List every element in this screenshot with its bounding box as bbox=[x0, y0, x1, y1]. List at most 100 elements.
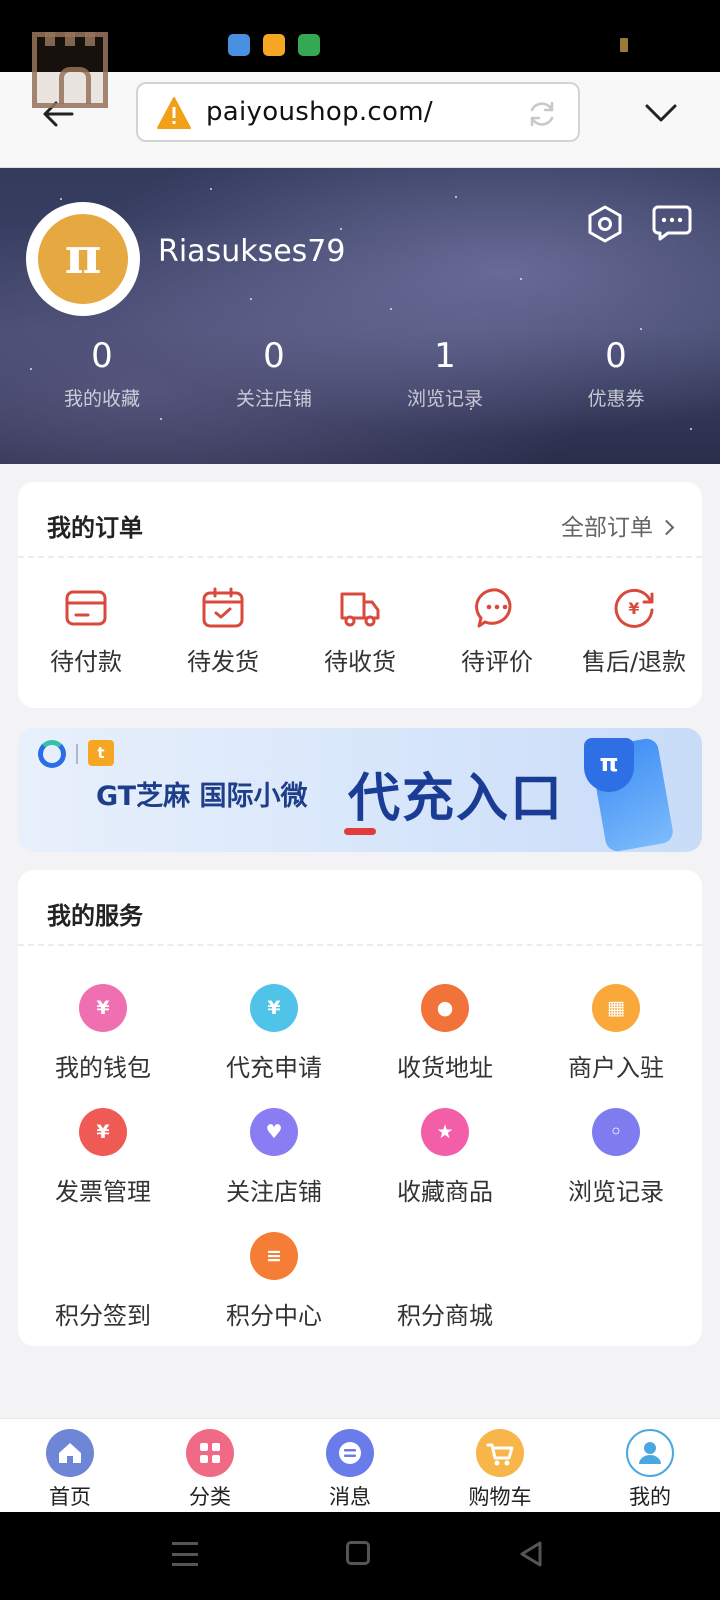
points-mall-icon bbox=[421, 1232, 469, 1280]
service-label: 积分中心 bbox=[226, 1302, 322, 1330]
status-bar bbox=[0, 0, 720, 72]
svg-text:¥: ¥ bbox=[628, 599, 639, 618]
chat-bubble-icon bbox=[475, 588, 512, 628]
stat-value: 1 bbox=[434, 336, 456, 376]
nav-label: 消息 bbox=[329, 1485, 371, 1509]
nav-profile[interactable]: 我的 bbox=[580, 1429, 720, 1511]
chevron-right-icon bbox=[658, 519, 675, 536]
stat-history[interactable]: 1 浏览记录 bbox=[361, 336, 529, 411]
stat-value: 0 bbox=[91, 336, 113, 376]
service-label: 浏览记录 bbox=[568, 1178, 664, 1206]
bottom-nav: 首页 分类 消息 购物车 我的 bbox=[0, 1418, 720, 1512]
order-label: 待发货 bbox=[187, 648, 259, 676]
stat-value: 0 bbox=[605, 336, 627, 376]
service-address[interactable]: ● 收货地址 bbox=[360, 984, 530, 1083]
back-triangle-icon[interactable] bbox=[518, 1540, 544, 1568]
divider bbox=[18, 556, 702, 558]
stat-label: 浏览记录 bbox=[406, 388, 483, 410]
all-orders-link[interactable]: 全部订单 bbox=[561, 508, 675, 542]
banner-subtitle: GT芝麻 国际小微 bbox=[96, 781, 308, 812]
service-followed-shops[interactable]: ♥ 关注店铺 bbox=[189, 1108, 359, 1207]
service-label: 商户入驻 bbox=[568, 1054, 664, 1082]
stat-coupons[interactable]: 0 优惠券 bbox=[532, 336, 700, 411]
nav-label: 分类 bbox=[189, 1485, 231, 1509]
services-card: 我的服务 ¥ 我的钱包 ¥ 代充申请 ● 收货地址 ▦ 商户入驻 ¥ 发票管理 … bbox=[18, 870, 702, 1346]
wallet-icon: ¥ bbox=[79, 984, 127, 1032]
store-icon: ▦ bbox=[592, 984, 640, 1032]
app-logo-icon: t bbox=[88, 740, 114, 766]
browser-toolbar: paiyoushop.com/ bbox=[0, 72, 720, 168]
calendar-check-icon bbox=[202, 587, 244, 628]
service-label: 代充申请 bbox=[226, 1054, 322, 1082]
nav-messages[interactable]: 消息 bbox=[280, 1429, 420, 1511]
recharge-banner[interactable]: t GT芝麻 国际小微 代充入口 π bbox=[18, 728, 702, 852]
truck-icon bbox=[340, 592, 380, 627]
url-text[interactable]: paiyoushop.com/ bbox=[206, 97, 433, 127]
all-orders-label: 全部订单 bbox=[561, 515, 653, 541]
service-merchant[interactable]: ▦ 商户入驻 bbox=[531, 984, 701, 1083]
services-title: 我的服务 bbox=[47, 902, 143, 930]
notification-icon-app bbox=[263, 34, 285, 56]
home-button-icon[interactable] bbox=[346, 1541, 370, 1565]
heart-icon: ♥ bbox=[250, 1108, 298, 1156]
reload-icon[interactable] bbox=[526, 98, 558, 130]
orders-title: 我的订单 bbox=[47, 514, 143, 542]
username: Riasukses79 bbox=[158, 234, 346, 269]
order-pending-receipt[interactable]: 待收货 bbox=[292, 586, 428, 677]
service-label: 积分商城 bbox=[397, 1302, 493, 1330]
recharge-icon: ¥ bbox=[250, 984, 298, 1032]
battery-icon bbox=[620, 38, 628, 52]
card-icon bbox=[65, 590, 107, 626]
recent-apps-icon[interactable] bbox=[172, 1542, 198, 1566]
chevron-down-icon[interactable] bbox=[644, 100, 678, 124]
stat-label: 优惠券 bbox=[587, 388, 645, 410]
order-pending-shipment[interactable]: 待发货 bbox=[155, 586, 291, 677]
address-bar[interactable]: paiyoushop.com/ bbox=[136, 82, 580, 142]
service-label: 关注店铺 bbox=[226, 1178, 322, 1206]
stat-label: 关注店铺 bbox=[235, 388, 312, 410]
order-pending-review[interactable]: 待评价 bbox=[429, 586, 565, 677]
stat-followed-shops[interactable]: 0 关注店铺 bbox=[190, 336, 358, 411]
star-icon: ★ bbox=[421, 1108, 469, 1156]
castle-watermark-icon bbox=[32, 32, 108, 108]
home-icon bbox=[46, 1429, 94, 1477]
coins-icon: ≡ bbox=[250, 1232, 298, 1280]
service-points-center[interactable]: ≡ 积分中心 bbox=[189, 1232, 359, 1331]
nav-cart[interactable]: 购物车 bbox=[430, 1429, 570, 1511]
service-favorites[interactable]: ★ 收藏商品 bbox=[360, 1108, 530, 1207]
order-label: 待评价 bbox=[461, 648, 533, 676]
settings-icon[interactable] bbox=[586, 204, 624, 244]
service-label: 我的钱包 bbox=[55, 1054, 151, 1082]
service-history[interactable]: ◦ 浏览记录 bbox=[531, 1108, 701, 1207]
stat-favorites[interactable]: 0 我的收藏 bbox=[18, 336, 186, 411]
order-label: 待付款 bbox=[50, 648, 122, 676]
avatar[interactable]: π bbox=[26, 202, 140, 316]
stat-value: 0 bbox=[263, 336, 285, 376]
nav-home[interactable]: 首页 bbox=[0, 1429, 140, 1511]
user-icon bbox=[626, 1429, 674, 1477]
location-pin-icon: ● bbox=[421, 984, 469, 1032]
pi-logo-icon: π bbox=[38, 214, 128, 304]
invoice-icon: ¥ bbox=[79, 1108, 127, 1156]
service-label: 收藏商品 bbox=[397, 1178, 493, 1206]
order-after-sales[interactable]: ¥ 售后/退款 bbox=[566, 586, 702, 677]
chat-icon[interactable] bbox=[652, 204, 692, 242]
notification-icon-browser bbox=[228, 34, 250, 56]
refund-icon: ¥ bbox=[614, 588, 654, 628]
system-nav-bar bbox=[0, 1512, 720, 1600]
footprint-icon: ◦ bbox=[592, 1108, 640, 1156]
warning-icon[interactable] bbox=[156, 96, 192, 130]
order-pending-payment[interactable]: 待付款 bbox=[18, 586, 154, 677]
service-wallet[interactable]: ¥ 我的钱包 bbox=[18, 984, 188, 1083]
service-recharge[interactable]: ¥ 代充申请 bbox=[189, 984, 359, 1083]
service-invoice[interactable]: ¥ 发票管理 bbox=[18, 1108, 188, 1207]
banner-headline: 代充入口 bbox=[348, 769, 565, 829]
order-label: 售后/退款 bbox=[581, 648, 687, 676]
nav-category[interactable]: 分类 bbox=[140, 1429, 280, 1511]
divider bbox=[76, 744, 78, 764]
grid-icon bbox=[186, 1429, 234, 1477]
service-points-mall[interactable]: 积分商城 bbox=[360, 1232, 530, 1331]
cart-icon bbox=[476, 1429, 524, 1477]
service-checkin[interactable]: 积分签到 bbox=[18, 1232, 188, 1331]
service-label: 收货地址 bbox=[397, 1054, 493, 1082]
